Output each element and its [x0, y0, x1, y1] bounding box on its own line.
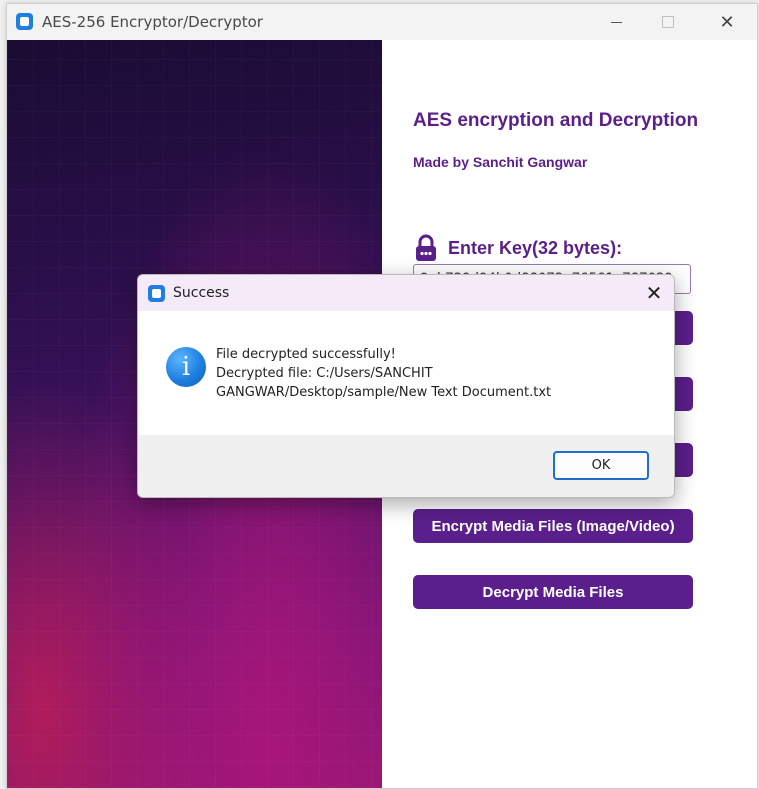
app-heading: AES encryption and Decryption: [413, 110, 699, 131]
dialog-titlebar[interactable]: Success ✕: [138, 275, 674, 311]
key-label: Enter Key(32 bytes):: [448, 238, 623, 258]
window-titlebar[interactable]: AES-256 Encryptor/Decryptor ✕: [7, 4, 757, 40]
encrypt-media-button[interactable]: Encrypt Media Files (Image/Video): [413, 509, 693, 543]
close-button[interactable]: ✕: [701, 4, 753, 40]
dialog-footer: OK: [138, 435, 674, 497]
message-line-2: Decrypted file: C:/Users/SANCHIT GANGWAR…: [216, 366, 552, 400]
dialog-title: Success: [173, 285, 230, 301]
maximize-icon: [662, 16, 674, 28]
minimize-button[interactable]: [590, 4, 642, 40]
minimize-icon: [610, 21, 622, 23]
decrypt-media-button[interactable]: Decrypt Media Files: [413, 575, 693, 609]
info-icon: i: [166, 347, 206, 387]
maximize-button[interactable]: [642, 4, 694, 40]
dialog-body: i File decrypted successfully! Decrypted…: [138, 311, 674, 435]
app-icon: [16, 13, 33, 30]
close-icon: ✕: [645, 282, 663, 305]
window-title: AES-256 Encryptor/Decryptor: [42, 13, 263, 31]
author-byline: Made by Sanchit Gangwar: [413, 154, 588, 170]
lock-icon: [416, 234, 436, 261]
dialog-app-icon: [148, 285, 165, 302]
dialog-message: File decrypted successfully! Decrypted f…: [216, 345, 636, 402]
close-icon: ✕: [719, 11, 735, 32]
success-dialog: Success ✕ i File decrypted successfully!…: [137, 274, 675, 498]
ok-button[interactable]: OK: [553, 451, 649, 480]
dialog-close-button[interactable]: ✕: [634, 275, 674, 311]
message-line-1: File decrypted successfully!: [216, 347, 396, 362]
